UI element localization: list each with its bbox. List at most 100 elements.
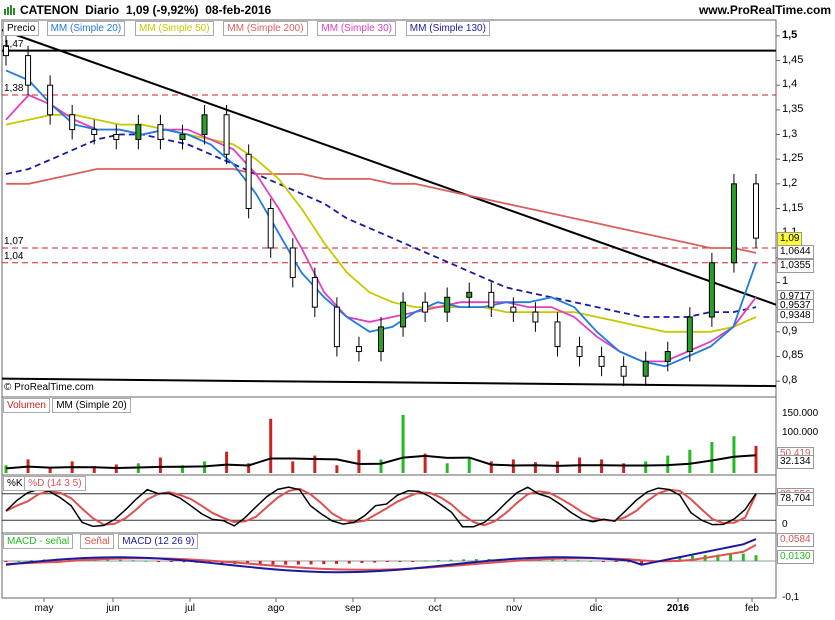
macd-histogram-bar: [563, 559, 567, 561]
macd-legend-item: Señal: [80, 534, 114, 549]
level-label: 1,38: [4, 83, 24, 95]
price-tick-label: 1,2: [782, 176, 798, 189]
volume-tag: 32.134: [777, 454, 814, 469]
chart-canvas[interactable]: [0, 0, 835, 620]
volume-tick-label: 100.000: [782, 427, 819, 439]
volume-bar: [269, 418, 273, 473]
volume-bar: [445, 463, 449, 473]
candle-body: [113, 134, 120, 140]
macd-histogram-bar: [296, 561, 300, 565]
macd-histogram-bar: [741, 553, 745, 561]
candle-body: [289, 247, 296, 279]
macd-legend-item: MACD - señal: [3, 534, 74, 549]
macd-histogram-bar: [4, 561, 8, 562]
candle-body: [620, 365, 627, 377]
stochastic-panel-frame: [1, 474, 777, 534]
macd-histogram-bar: [131, 560, 135, 562]
price-tick-label: 1,35: [782, 102, 804, 115]
candle-body: [179, 134, 186, 140]
month-label: 2016: [666, 603, 690, 614]
macd-histogram-bar: [385, 561, 389, 563]
price-legend-item: MM (Simple 130): [405, 21, 490, 36]
volume-bar: [467, 457, 471, 473]
stoch-legend-item: %K: [3, 476, 27, 491]
volume-bar: [225, 451, 229, 473]
candle-body: [47, 84, 54, 116]
macd-histogram-bar: [423, 560, 427, 562]
volume-bar: [335, 465, 339, 473]
macd-histogram-bar: [284, 561, 288, 565]
level-label: 1,04: [4, 250, 24, 262]
macd-histogram-bar: [398, 561, 402, 562]
macd-histogram-bar: [601, 561, 605, 562]
macd-histogram-bar: [157, 561, 161, 562]
volume-bar: [732, 436, 736, 473]
macd-tag: 0,0584: [777, 533, 814, 548]
month-label: nov: [505, 603, 523, 614]
volume-bar: [754, 445, 758, 473]
volume-bar: [688, 449, 692, 473]
macd-histogram-bar: [144, 560, 148, 562]
volume-legend-item: Volumen: [3, 398, 50, 413]
price-tick-label: 1,15: [782, 201, 804, 214]
volume-bar: [710, 442, 714, 473]
candle-body: [642, 360, 649, 377]
volume-bar: [291, 461, 295, 473]
candle-body: [135, 124, 142, 140]
macd-histogram-bar: [271, 561, 275, 565]
candle-body: [444, 296, 451, 313]
candle-body: [25, 55, 32, 86]
volume-bar: [357, 449, 361, 473]
macd-histogram-bar: [576, 560, 580, 562]
candle-body: [686, 316, 693, 353]
candle-body: [355, 346, 362, 353]
macd-histogram-bar: [474, 559, 478, 561]
candle-body: [400, 301, 407, 328]
copyright-label: © ProRealTime.com: [4, 382, 94, 393]
macd-histogram-bar: [373, 561, 377, 563]
candle-body: [488, 291, 495, 308]
price-legend-item: MM (Simple 30): [317, 21, 396, 36]
price-legend-item: MM (Simple 50): [135, 21, 214, 36]
price-tick-label: 0,85: [782, 349, 804, 362]
macd-histogram-bar: [462, 559, 466, 561]
volume-bar: [555, 461, 559, 473]
candle-body: [201, 114, 208, 136]
price-tick-label: 0,9: [782, 324, 798, 337]
candle-body: [333, 306, 340, 348]
month-label: sep: [344, 603, 362, 614]
candle-body: [422, 301, 429, 313]
macd-histogram-bar: [729, 554, 733, 561]
month-label: may: [34, 603, 54, 614]
volume-tick-label: 150.000: [782, 407, 819, 419]
candle-body: [510, 306, 517, 313]
candle-body: [245, 153, 252, 209]
candle-body: [157, 124, 164, 140]
candle-body: [311, 277, 318, 308]
volume-bar: [379, 459, 383, 473]
price-tick-label: 1,4: [782, 78, 798, 91]
candle-body: [466, 291, 473, 298]
price-legend-item: MM (Simple 20): [46, 21, 126, 36]
candle-body: [576, 346, 583, 357]
macd-legend-item: MACD (12 26 9): [118, 534, 199, 549]
macd-histogram-bar: [436, 560, 440, 562]
month-label: feb: [745, 603, 759, 614]
stoch-tag: 78,704: [777, 492, 814, 507]
level-label: 1,07: [4, 235, 24, 247]
price-panel-frame: [1, 19, 777, 398]
macd-histogram-bar: [17, 560, 21, 562]
macd-histogram-bar: [347, 561, 351, 564]
macd-histogram-bar: [754, 555, 758, 561]
price-tag: 0,9348: [777, 308, 814, 323]
candle-body: [69, 114, 76, 131]
candle-body: [223, 114, 230, 155]
candle-body: [753, 183, 759, 239]
candle-body: [554, 321, 561, 348]
candle-body: [664, 351, 671, 362]
month-label: oct: [428, 603, 442, 614]
stoch-legend-item: %D (14 3 5): [24, 476, 86, 491]
macd-histogram-bar: [335, 561, 339, 564]
candle-body: [378, 326, 384, 353]
volume-bar: [158, 457, 162, 473]
